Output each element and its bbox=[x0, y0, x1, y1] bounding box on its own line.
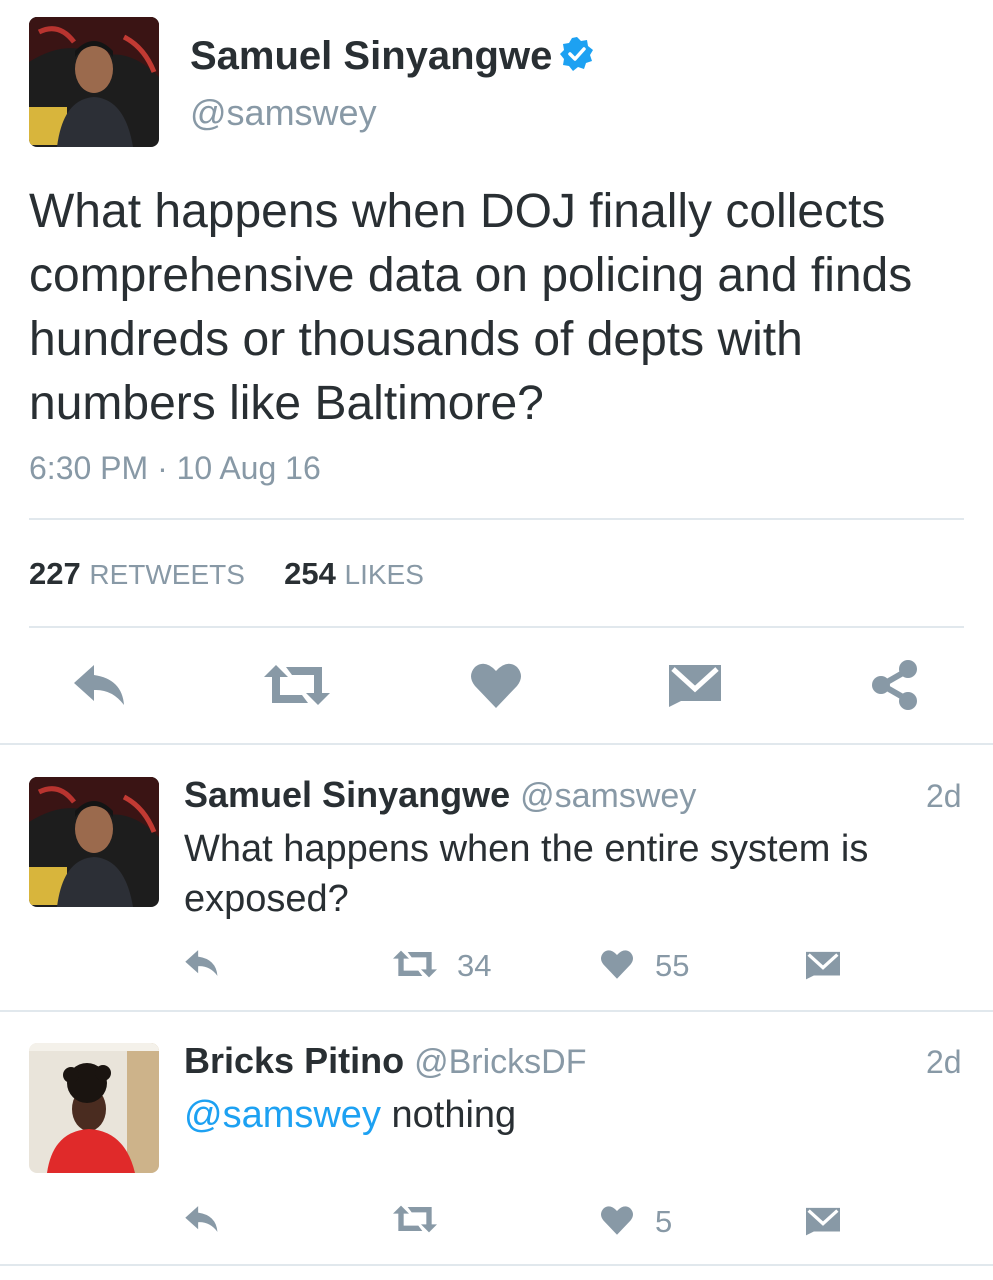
divider bbox=[0, 743, 993, 745]
author-name[interactable]: Samuel Sinyangwe bbox=[190, 34, 596, 79]
reply-author-name[interactable]: Samuel Sinyangwe bbox=[184, 774, 510, 815]
like-count: 5 bbox=[655, 1204, 673, 1239]
reply-text: @samswey nothing bbox=[184, 1090, 944, 1140]
avatar[interactable] bbox=[29, 777, 159, 907]
retweet-button[interactable] bbox=[393, 1204, 457, 1239]
retweet-button[interactable]: 34 bbox=[393, 948, 491, 984]
likes-count[interactable]: 254 bbox=[284, 556, 336, 591]
like-count: 55 bbox=[655, 948, 690, 983]
reply-time: 2d bbox=[926, 1044, 962, 1080]
retweets-count[interactable]: 227 bbox=[29, 556, 81, 591]
reply-button[interactable] bbox=[184, 948, 220, 983]
envelope-icon bbox=[806, 1206, 840, 1241]
likes-label[interactable]: LIKES bbox=[345, 559, 424, 590]
divider bbox=[0, 1010, 993, 1012]
author-handle[interactable]: @samswey bbox=[190, 92, 377, 134]
mention-link[interactable]: @samswey bbox=[184, 1094, 381, 1136]
direct-message-button[interactable] bbox=[806, 950, 840, 985]
verified-badge-icon bbox=[558, 35, 596, 73]
retweet-icon bbox=[264, 663, 330, 712]
retweet-icon bbox=[393, 1204, 437, 1239]
envelope-icon bbox=[669, 663, 721, 712]
envelope-icon bbox=[806, 950, 840, 985]
reply-author-handle[interactable]: @samswey bbox=[520, 777, 696, 815]
tweet-text: What happens when DOJ finally collects c… bbox=[29, 185, 913, 430]
reply-author-handle[interactable]: @BricksDF bbox=[414, 1043, 586, 1081]
heart-icon bbox=[471, 662, 521, 713]
like-button[interactable]: 55 bbox=[601, 948, 689, 984]
tweet-timestamp: 6:30 PM · 10 Aug 16 bbox=[29, 450, 321, 486]
avatar[interactable] bbox=[29, 17, 159, 147]
heart-icon bbox=[601, 949, 633, 984]
reply-icon bbox=[184, 948, 220, 983]
share-icon bbox=[870, 659, 918, 715]
divider bbox=[29, 626, 964, 628]
like-button[interactable] bbox=[468, 660, 524, 714]
author-name-text[interactable]: Samuel Sinyangwe bbox=[190, 34, 552, 78]
reply-button[interactable] bbox=[70, 660, 130, 714]
avatar[interactable] bbox=[29, 1043, 159, 1173]
divider bbox=[29, 518, 964, 520]
divider bbox=[0, 1264, 993, 1266]
retweets-label[interactable]: RETWEETS bbox=[89, 559, 245, 590]
reply-icon bbox=[184, 1204, 220, 1239]
retweet-icon bbox=[393, 949, 437, 984]
heart-icon bbox=[601, 1205, 633, 1240]
reply-button[interactable] bbox=[184, 1204, 220, 1239]
reply-author-name[interactable]: Bricks Pitino bbox=[184, 1040, 404, 1081]
like-button[interactable]: 5 bbox=[601, 1204, 672, 1240]
tweet-stats: 227 RETWEETS 254 LIKES bbox=[29, 556, 424, 592]
reply-time: 2d bbox=[926, 778, 962, 814]
retweet-count: 34 bbox=[457, 948, 492, 983]
retweet-button[interactable] bbox=[262, 660, 332, 714]
reply-text-body: nothing bbox=[391, 1094, 517, 1136]
reply-icon bbox=[72, 663, 128, 712]
direct-message-button[interactable] bbox=[666, 660, 724, 714]
reply-text: What happens when the entire system is e… bbox=[184, 828, 869, 920]
share-button[interactable] bbox=[866, 659, 922, 715]
reply-header: Bricks Pitino @BricksDF bbox=[184, 1040, 586, 1082]
reply-header: Samuel Sinyangwe @samswey bbox=[184, 774, 696, 816]
direct-message-button[interactable] bbox=[806, 1206, 840, 1241]
